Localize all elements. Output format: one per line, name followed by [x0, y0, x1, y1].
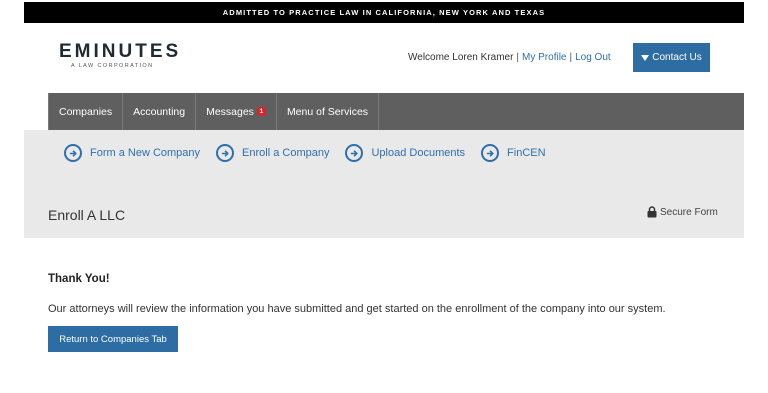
quick-link-label: Form a New Company [90, 147, 201, 159]
contact-us-button[interactable]: Contact Us [633, 43, 710, 72]
divider: | [516, 52, 520, 63]
confirmation-message: Our attorneys will review the informatio… [48, 303, 666, 315]
divider: | [569, 52, 573, 63]
quick-link-upload-documents[interactable]: Upload Documents [345, 144, 465, 162]
contact-us-label: Contact Us [652, 52, 702, 63]
main-nav: Companies Accounting Messages 1 Menu of S… [48, 93, 744, 130]
return-button-label: Return to Companies Tab [59, 333, 167, 345]
quick-link-fincen[interactable]: FinCEN [481, 144, 546, 162]
quick-link-enroll-company[interactable]: Enroll a Company [216, 144, 329, 162]
quick-link-label: FinCEN [507, 147, 546, 159]
nav-item-menu-of-services[interactable]: Menu of Services [275, 93, 380, 130]
log-out-link[interactable]: Log Out [575, 52, 611, 63]
quick-link-form-company[interactable]: Form a New Company [64, 144, 200, 162]
arrow-right-circle-icon [216, 144, 235, 162]
return-to-companies-button[interactable]: Return to Companies Tab [48, 326, 178, 352]
nav-item-companies[interactable]: Companies [48, 93, 122, 130]
welcome-text: Welcome Loren Kramer [408, 52, 514, 63]
nav-label: Messages [206, 105, 254, 118]
nav-label: Menu of Services [286, 105, 369, 118]
quick-link-label: Enroll a Company [242, 147, 330, 159]
arrow-right-circle-icon [345, 144, 364, 162]
my-profile-link[interactable]: My Profile [522, 52, 566, 63]
secure-form-label: Secure Form [660, 206, 718, 218]
logo-tagline: A LAW CORPORATION [71, 63, 154, 69]
arrow-right-circle-icon [64, 144, 82, 162]
welcome-bar: Welcome Loren Kramer | My Profile | Log Out [408, 52, 611, 63]
nav-label: Companies [59, 105, 113, 118]
page-title: Enroll A LLC [48, 207, 126, 223]
nav-item-accounting[interactable]: Accounting [122, 93, 195, 130]
caret-down-icon [641, 54, 650, 61]
secure-form-indicator: Secure Form [647, 206, 718, 218]
quick-link-label: Upload Documents [371, 147, 466, 159]
nav-item-messages[interactable]: Messages 1 [195, 93, 276, 130]
unread-badge: 1 [256, 107, 266, 116]
nav-label: Accounting [133, 105, 186, 118]
lock-icon [647, 206, 657, 218]
top-banner: ADMITTED TO PRACTICE LAW IN CALIFORNIA, … [24, 2, 744, 23]
quick-links: Form a New Company Enroll a Company Uplo… [64, 144, 546, 162]
logo[interactable]: EMINUTES A LAW CORPORATION [59, 42, 181, 69]
logo-wordmark: EMINUTES [59, 41, 182, 62]
thank-you-heading: Thank You! [48, 273, 110, 285]
arrow-right-circle-icon [481, 144, 500, 162]
